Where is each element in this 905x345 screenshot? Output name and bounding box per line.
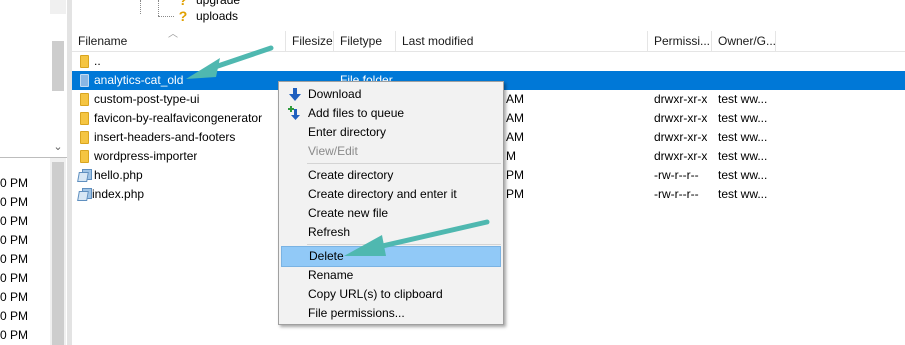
- folder-icon: [80, 112, 89, 125]
- folder-icon: [80, 93, 89, 106]
- row-permissions: -rw-r--r--: [654, 168, 699, 182]
- menu-item-rename[interactable]: Rename: [281, 266, 501, 285]
- row-last-modified: AM: [506, 130, 524, 144]
- tree-line: [158, 16, 174, 17]
- row-owner: test ww...: [718, 187, 768, 201]
- add-to-queue-icon: [288, 106, 300, 120]
- menu-separator: [307, 163, 501, 164]
- menu-item-label: Download: [308, 87, 362, 101]
- unknown-folder-icon: ?: [176, 8, 190, 24]
- left-scrollbar-thumb[interactable]: [52, 41, 64, 91]
- unknown-folder-icon: ?: [176, 0, 190, 8]
- menu-item-download[interactable]: Download: [281, 85, 501, 104]
- left-time-8: 0 PM: [0, 309, 29, 323]
- menu-item-create-directory[interactable]: Create directory: [281, 166, 501, 185]
- menu-item-label: Create new file: [308, 206, 389, 220]
- row-filename: insert-headers-and-footers: [94, 130, 236, 144]
- row-permissions: drwxr-xr-x: [654, 149, 708, 163]
- download-arrow-icon: [289, 88, 301, 101]
- context-menu: Download Add files to queue Enter direct…: [278, 81, 504, 325]
- menu-item-label: Create directory: [308, 168, 394, 182]
- menu-item-label: View/Edit: [308, 144, 358, 158]
- php-file-icon: [77, 188, 92, 201]
- left-scrollbar-track[interactable]: [50, 0, 66, 14]
- tree-item-label: uploads: [196, 9, 239, 23]
- column-header-filetype[interactable]: Filetype: [334, 31, 396, 52]
- menu-item-label: Refresh: [308, 225, 351, 239]
- left-time-1: 0 PM: [0, 176, 29, 190]
- left-pane: ⌄ 0 PM 0 PM 0 PM 0 PM 0 PM 0 PM 0 PM 0 P…: [0, 0, 68, 345]
- row-permissions: drwxr-xr-x: [654, 111, 708, 125]
- left-time-5: 0 PM: [0, 252, 29, 266]
- row-filename: custom-post-type-ui: [94, 92, 200, 106]
- left-lower-scrollbar-thumb[interactable]: [52, 162, 64, 345]
- menu-item-label: Enter directory: [308, 125, 387, 139]
- row-last-modified: PM: [506, 187, 524, 201]
- column-header-filesize[interactable]: Filesize: [286, 31, 334, 52]
- row-last-modified: AM: [506, 111, 524, 125]
- menu-item-create-directory-enter[interactable]: Create directory and enter it: [281, 185, 501, 204]
- tree-line: [140, 0, 141, 14]
- menu-item-enter-directory[interactable]: Enter directory: [281, 123, 501, 142]
- menu-item-file-permissions[interactable]: File permissions...: [281, 304, 501, 323]
- table-row[interactable]: ..: [72, 52, 905, 71]
- menu-item-refresh[interactable]: Refresh: [281, 223, 501, 242]
- row-filename: hello.php: [94, 168, 143, 182]
- php-file-icon: [77, 169, 92, 182]
- row-filename: wordpress-importer: [94, 149, 198, 163]
- row-last-modified: M: [506, 149, 516, 163]
- row-owner: test ww...: [718, 92, 768, 106]
- row-permissions: drwxr-xr-x: [654, 130, 708, 144]
- folder-icon: [80, 150, 89, 163]
- menu-item-label: File permissions...: [308, 306, 405, 320]
- menu-item-label: Rename: [308, 268, 354, 282]
- left-time-2: 0 PM: [0, 195, 29, 209]
- folder-icon: [80, 74, 89, 87]
- row-owner: test ww...: [718, 168, 768, 182]
- menu-separator: [307, 244, 501, 245]
- tree-item-uploads[interactable]: ? uploads: [176, 8, 238, 24]
- column-header-permissions[interactable]: Permissi...: [648, 31, 712, 52]
- left-time-9: 0 PM: [0, 328, 29, 342]
- folder-icon: [80, 55, 89, 68]
- left-time-3: 0 PM: [0, 214, 29, 228]
- menu-item-label: Copy URL(s) to clipboard: [308, 287, 443, 301]
- tree-item-label: upgrade: [196, 0, 241, 7]
- row-permissions: drwxr-xr-x: [654, 92, 708, 106]
- file-list-header: ︿ Filename Filesize Filetype Last modifi…: [72, 29, 905, 52]
- menu-item-add-to-queue[interactable]: Add files to queue: [281, 104, 501, 123]
- folder-icon: [80, 131, 89, 144]
- menu-item-view-edit: View/Edit: [281, 142, 501, 161]
- column-header-last-modified[interactable]: Last modified: [396, 31, 648, 52]
- row-permissions: -rw-r--r--: [654, 187, 699, 201]
- row-last-modified: PM: [506, 168, 524, 182]
- row-owner: test ww...: [718, 111, 768, 125]
- row-last-modified: AM: [506, 92, 524, 106]
- menu-item-label: Add files to queue: [308, 106, 405, 120]
- menu-item-copy-urls[interactable]: Copy URL(s) to clipboard: [281, 285, 501, 304]
- row-filename: index.php: [92, 187, 145, 201]
- row-filename: analytics-cat_old: [94, 73, 184, 87]
- menu-item-label: Create directory and enter it: [308, 187, 457, 201]
- column-header-owner[interactable]: Owner/G...: [712, 31, 776, 52]
- row-filename: favicon-by-realfavicongenerator: [94, 111, 263, 125]
- tree-item-upgrade[interactable]: ? upgrade: [176, 0, 240, 8]
- left-time-4: 0 PM: [0, 233, 29, 247]
- menu-item-label: Delete: [309, 249, 344, 263]
- row-owner: test ww...: [718, 149, 768, 163]
- menu-item-create-new-file[interactable]: Create new file: [281, 204, 501, 223]
- tree-line: [158, 0, 159, 16]
- row-owner: test ww...: [718, 130, 768, 144]
- column-header-filename[interactable]: Filename: [72, 31, 286, 52]
- row-filename: ..: [94, 54, 101, 68]
- scroll-down-icon[interactable]: ⌄: [50, 138, 66, 156]
- menu-item-delete[interactable]: Delete: [281, 246, 501, 267]
- left-time-7: 0 PM: [0, 290, 29, 304]
- left-time-6: 0 PM: [0, 271, 29, 285]
